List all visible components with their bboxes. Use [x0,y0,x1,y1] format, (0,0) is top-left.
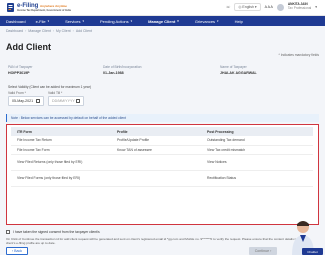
header-profile: Profile [117,129,128,134]
header-tools: ☏ ◎ English ▾ A A A ANKITA JAIN Tax Prof… [226,3,317,11]
mandatory-note: * Indicates mandatory fields [278,53,320,57]
name-label: Name of Taxpayer [220,65,247,69]
nav-pending-actions[interactable]: Pending Actions ▾ [100,19,132,24]
valid-till-input[interactable]: DD/MM/YYYY [48,96,84,106]
chevron-down-icon: ▾ [254,5,257,9]
pan-value: HOIPP3619P [8,71,30,75]
valid-from-value: 05-May-2021 [12,99,34,103]
pan-info: PAN of Taxpayer HOIPP3619P [8,65,32,75]
logo-sub: Income Tax Department, Government of Ind… [17,9,71,12]
table-row: View Filed Forms (only those filed by ER… [11,171,313,187]
chatbot-button[interactable]: Chatbot [302,248,323,255]
dob-value: 01-Jan-1988 [103,71,124,75]
table-row: File Income Tax Return Profile/Update Pr… [11,136,313,146]
emblem-icon [7,3,14,12]
user-avatar[interactable] [276,3,284,11]
table-cell: File Income Tax Return [17,138,52,143]
name-value: JHALAK AGGARWAL [220,71,257,75]
user-menu[interactable]: ANKITA JAIN Tax Professional [288,3,311,10]
name-info: Name of Taxpayer JHALAK AGGARWAL [220,65,257,75]
dob-info: Date of Birth/Incorporation 01-Jan-1988 [103,65,141,75]
header-itr-form: ITR Form [17,129,32,134]
nav-manage-client[interactable]: Manage Client ▾ [148,19,179,24]
main-nav: Dashboard e-File ▾ Services ▾ Pending Acti… [0,16,325,26]
nav-help[interactable]: Help [235,19,243,24]
calendar-icon[interactable] [36,99,40,103]
table-cell: Know TAN of assessee [117,147,152,152]
dob-label: Date of Birth/Incorporation [103,65,142,69]
table-cell: File Income Tax Form [17,147,50,152]
calendar-icon[interactable] [76,99,80,103]
globe-icon: ◎ [238,5,242,9]
breadcrumb-my-client[interactable]: My Client [56,29,71,33]
page-title: Add Client [6,42,51,52]
table-cell: View Notices [207,160,227,165]
validity-label: Select Validity (Client can be added for… [8,85,91,89]
nav-dashboard[interactable]: Dashboard [6,19,26,24]
nav-efile[interactable]: e-File ▾ [36,19,50,24]
back-button[interactable]: ‹ Back [6,247,28,255]
table-cell: Profile/Update Profile [117,138,150,143]
chevron-down-icon[interactable]: ▾ [315,5,317,9]
user-role: Tax Professional [287,6,312,10]
table-cell: View Tax credit mismatch [207,147,246,152]
top-header: e-Filing Anywhere Anytime Income Tax Dep… [0,0,325,16]
logo-text: e-Filing Anywhere Anytime Income Tax Dep… [17,3,71,12]
efiling-logo[interactable]: e-Filing Anywhere Anytime Income Tax Dep… [6,2,71,13]
valid-till-label: Valid Till * [48,91,63,95]
breadcrumb-add-client: Add Client [75,29,92,33]
continue-disclaimer: On Click of Continue the transaction id … [6,237,298,245]
consent-label: I have taken the signed consent from the… [13,230,100,234]
services-table: ITR Form Profile Post Processing File In… [11,127,313,187]
consent-checkbox[interactable] [6,230,10,234]
chevron-right-icon: › [72,29,74,33]
breadcrumb: Dashboard › Manage Client › My Client › … [6,29,92,33]
table-cell: Rectification Status [207,176,237,181]
table-cell: Outstanding Tax demand [207,138,245,143]
table-cell: View Filed Forms (only those filed by ER… [17,176,81,181]
valid-from-input[interactable]: 05-May-2021 [8,96,44,106]
chevron-down-icon: ▾ [130,19,133,23]
chevron-right-icon: › [25,29,27,33]
consent-checkbox-row[interactable]: I have taken the signed consent from the… [6,230,100,234]
valid-till-value: DD/MM/YYYY [52,99,75,103]
table-row: File Income Tax Form Know TAN of assesse… [11,146,313,155]
breadcrumb-dashboard[interactable]: Dashboard [6,29,23,33]
chevron-down-icon: ▾ [217,19,219,23]
chevron-left-icon: ‹ [11,249,14,253]
continue-button[interactable]: Continue › [249,247,277,255]
chevron-down-icon: ▾ [82,19,84,23]
table-header: ITR Form Profile Post Processing [11,127,313,136]
table-row: View Filed Returns (only those filed by … [11,155,313,171]
nav-services[interactable]: Services ▾ [65,19,84,24]
chevron-down-icon: ▾ [47,19,50,23]
logo-tagline: Anywhere Anytime [40,4,67,8]
header-post-processing: Post Processing [207,129,234,134]
pan-label: PAN of Taxpayer [8,65,33,69]
table-cell: View Filed Returns (only those filed by … [17,160,83,165]
breadcrumb-manage-client[interactable]: Manage Client [28,29,51,33]
call-icon[interactable]: ☏ [226,5,230,9]
valid-from-label: Valid From * [8,91,26,95]
services-note: Note : Below services can be accessed by… [6,114,319,122]
font-size-control[interactable]: A A A [265,5,273,9]
chevron-right-icon: › [270,249,272,253]
nav-grievances[interactable]: Grievances ▾ [195,19,219,24]
chevron-down-icon: ▾ [177,19,179,23]
chevron-right-icon: › [52,29,55,33]
language-select[interactable]: ◎ English ▾ [234,3,261,11]
